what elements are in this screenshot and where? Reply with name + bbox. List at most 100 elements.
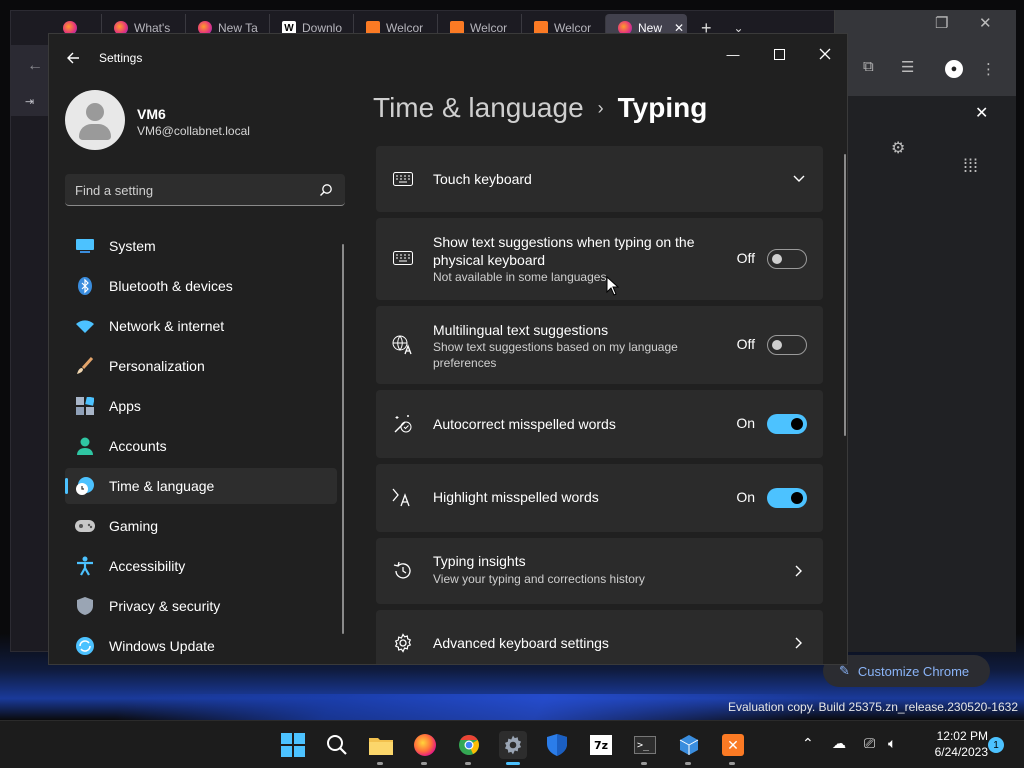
volume-icon[interactable]: 🔈︎ [888,735,896,752]
sidebar-item-label: Gaming [109,518,159,534]
settings-taskbar-button[interactable] [499,731,527,765]
history-icon [392,560,414,582]
sidebar-item-privacy-security[interactable]: Privacy & security [65,588,337,624]
cloud-icon[interactable]: ☁ [832,735,846,752]
mouse-cursor-icon [606,276,620,296]
back-button[interactable] [63,48,83,68]
card-title: Multilingual text suggestions [433,322,609,338]
menu-icon[interactable]: ☰ [901,58,914,76]
close-button[interactable] [805,40,845,68]
network-icon[interactable]: ⎚ [864,735,875,752]
sidebar-scrollbar[interactable] [342,244,344,634]
start-button[interactable] [279,731,307,759]
shield-icon [75,596,95,616]
sidebar-item-label: Network & internet [109,318,225,334]
terminal-taskbar-button[interactable]: >_ [631,731,659,765]
search-button[interactable] [323,731,351,759]
sidebar-nav: System Bluetooth & devices Network & int… [65,228,337,664]
user-email: VM6@collabnet.local [137,124,250,138]
gear-icon[interactable]: ⚙ [891,138,905,158]
sidebar-item-label: Windows Update [109,638,215,654]
sidebar-item-personalization[interactable]: Personalization [65,348,337,384]
sidebar-item-accounts[interactable]: Accounts [65,428,337,464]
card-title: Highlight misspelled words [433,489,599,505]
search-box[interactable] [65,174,345,206]
search-icon[interactable] [319,183,333,197]
breadcrumb: Time & language › Typing [373,92,707,124]
sidebar-item-windows-update[interactable]: Windows Update [65,628,337,664]
breadcrumb-parent[interactable]: Time & language [373,92,584,124]
maximize-icon [773,48,785,60]
customize-chrome-button[interactable]: ✎ Customize Chrome [823,655,990,687]
taskbar: 7z >_ ✕ ⌃ ☁ ⎚ 🔈︎ 12:02 PM 6/24/2023 1 [0,720,1024,768]
autocorrect-card: Autocorrect misspelled words On [376,390,823,458]
sidebar-item-apps[interactable]: Apps [65,388,337,424]
multilingual-card: Multilingual text suggestions Show text … [376,306,823,384]
highlight-toggle[interactable] [767,488,807,508]
search-input[interactable] [75,174,311,206]
profile-icon[interactable]: ● [945,60,963,78]
content-scrollbar[interactable] [844,154,846,436]
sidebar-item-gaming[interactable]: Gaming [65,508,337,544]
sidebar-item-label: Personalization [109,358,205,374]
text-suggestions-toggle[interactable] [767,249,807,269]
sidebar-item-network[interactable]: Network & internet [65,308,337,344]
autocorrect-toggle[interactable] [767,414,807,434]
notification-badge[interactable]: 1 [988,737,1004,753]
shield-icon [547,734,567,756]
import-icon[interactable]: ⇥ [25,95,34,108]
more-icon[interactable]: ⋮ [981,60,996,78]
sidebar-item-label: Accessibility [109,558,186,574]
multilingual-toggle[interactable] [767,335,807,355]
minimize-icon: — [726,46,740,62]
vm-taskbar-button[interactable] [675,731,703,765]
chevron-up-icon[interactable]: ⌃ [802,735,814,752]
chrome-taskbar-button[interactable] [455,731,483,765]
card-title-line2: physical keyboard [433,252,546,268]
chevron-down-icon[interactable] [791,171,807,187]
apps-grid-icon[interactable]: ⁞⁞⁞ [963,156,978,177]
wifi-icon [75,316,95,336]
close-icon[interactable]: ✕ [975,103,988,123]
taskbar-clock[interactable]: 12:02 PM 6/24/2023 [912,728,988,760]
firefox-icon [414,734,436,756]
folder-icon [369,738,393,755]
avatar [65,90,125,150]
card-subtitle-line1: Show text suggestions based on my langua… [433,340,678,354]
chrome-window[interactable]: ❐ ✕ ⧉ ☰ ● ⋮ ✕ ⚙ ⁞⁞⁞ [834,10,1016,652]
evaluation-watermark: Evaluation copy. Build 25375.zn_release.… [728,700,1018,714]
restore-icon[interactable]: ❐ [935,14,948,32]
chevron-right-icon[interactable] [791,635,807,651]
close-icon[interactable]: ✕ [979,14,992,32]
security-taskbar-button[interactable] [543,731,571,759]
file-explorer-button[interactable] [367,731,395,765]
chevron-right-icon[interactable] [791,563,807,579]
gear-icon [392,632,414,654]
card-title: Typing insights [433,553,526,569]
sidebar-item-accessibility[interactable]: Accessibility [65,548,337,584]
sidebar-item-system[interactable]: System [65,228,337,264]
back-arrow-icon[interactable]: ← [27,57,43,75]
text-suggestions-card: Show text suggestions when typing on the… [376,218,823,300]
7zip-taskbar-button[interactable]: 7z [587,731,615,759]
highlight-card: Highlight misspelled words On [376,464,823,532]
brush-icon [75,356,95,376]
7zip-icon: 7z [590,735,612,755]
extensions-icon[interactable]: ⧉ [863,58,874,75]
sidebar-item-time-language[interactable]: Time & language [65,468,337,504]
sidebar-item-bluetooth[interactable]: Bluetooth & devices [65,268,337,304]
advanced-keyboard-card[interactable]: Advanced keyboard settings [376,610,823,664]
user-profile[interactable]: VM6 VM6@collabnet.local [65,90,345,154]
cube-icon [679,735,699,755]
system-icon [75,236,95,256]
update-icon [75,636,95,656]
accessibility-icon [75,556,95,576]
minimize-button[interactable]: — [713,40,753,68]
maximize-button[interactable] [759,40,799,68]
xampp-taskbar-button[interactable]: ✕ [719,731,747,765]
typing-insights-card[interactable]: Typing insights View your typing and cor… [376,538,823,604]
touch-keyboard-card[interactable]: Touch keyboard [376,146,823,212]
settings-window[interactable]: Settings — VM6 VM6@collabnet.local Syste… [48,33,848,665]
firefox-taskbar-button[interactable] [411,731,439,765]
card-subtitle-line2: preferences [433,356,497,370]
